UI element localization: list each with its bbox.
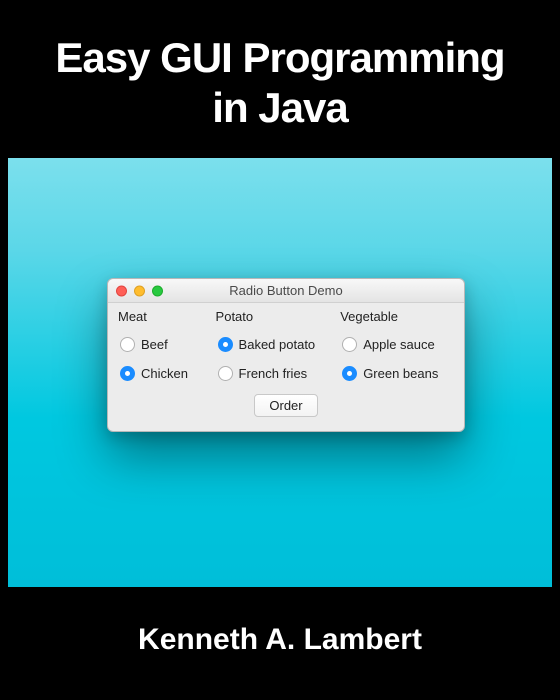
radio-option-chicken[interactable]: Chicken: [118, 359, 216, 388]
author-band: Kenneth A. Lambert: [8, 587, 552, 692]
radio-label: Chicken: [141, 366, 188, 381]
close-icon[interactable]: [116, 285, 127, 296]
zoom-icon[interactable]: [152, 285, 163, 296]
order-button[interactable]: Order: [254, 394, 317, 417]
radio-icon: [218, 337, 233, 352]
author-name: Kenneth A. Lambert: [138, 623, 422, 657]
radio-label: Apple sauce: [363, 337, 435, 352]
book-title-line2: in Java: [212, 84, 347, 132]
window-titlebar: Radio Button Demo: [108, 279, 464, 303]
button-row: Order: [118, 394, 454, 417]
radio-option-beef[interactable]: Beef: [118, 330, 216, 359]
demo-window: Radio Button Demo Meat Beef Chicken Pota…: [107, 278, 465, 432]
radio-icon: [342, 337, 357, 352]
radio-label: Baked potato: [239, 337, 316, 352]
column-header: Meat: [118, 307, 216, 330]
radio-icon: [342, 366, 357, 381]
window-body: Meat Beef Chicken Potato Baked potato: [108, 303, 464, 431]
book-title-line1: Easy GUI Programming: [55, 34, 504, 82]
column-potato: Potato Baked potato French fries: [216, 307, 341, 388]
radio-option-green-beans[interactable]: Green beans: [340, 359, 454, 388]
radio-label: French fries: [239, 366, 308, 381]
radio-label: Beef: [141, 337, 168, 352]
radio-label: Green beans: [363, 366, 438, 381]
title-band: Easy GUI Programming in Java: [8, 8, 552, 158]
column-header: Vegetable: [340, 307, 454, 330]
minimize-icon[interactable]: [134, 285, 145, 296]
column-header: Potato: [216, 307, 341, 330]
radio-option-apple-sauce[interactable]: Apple sauce: [340, 330, 454, 359]
window-title: Radio Button Demo: [229, 283, 342, 298]
column-vegetable: Vegetable Apple sauce Green beans: [340, 307, 454, 388]
radio-option-baked-potato[interactable]: Baked potato: [216, 330, 341, 359]
radio-icon: [120, 337, 135, 352]
radio-icon: [218, 366, 233, 381]
radio-icon: [120, 366, 135, 381]
column-meat: Meat Beef Chicken: [118, 307, 216, 388]
radio-columns: Meat Beef Chicken Potato Baked potato: [118, 307, 454, 388]
window-controls: [116, 285, 163, 296]
radio-option-french-fries[interactable]: French fries: [216, 359, 341, 388]
